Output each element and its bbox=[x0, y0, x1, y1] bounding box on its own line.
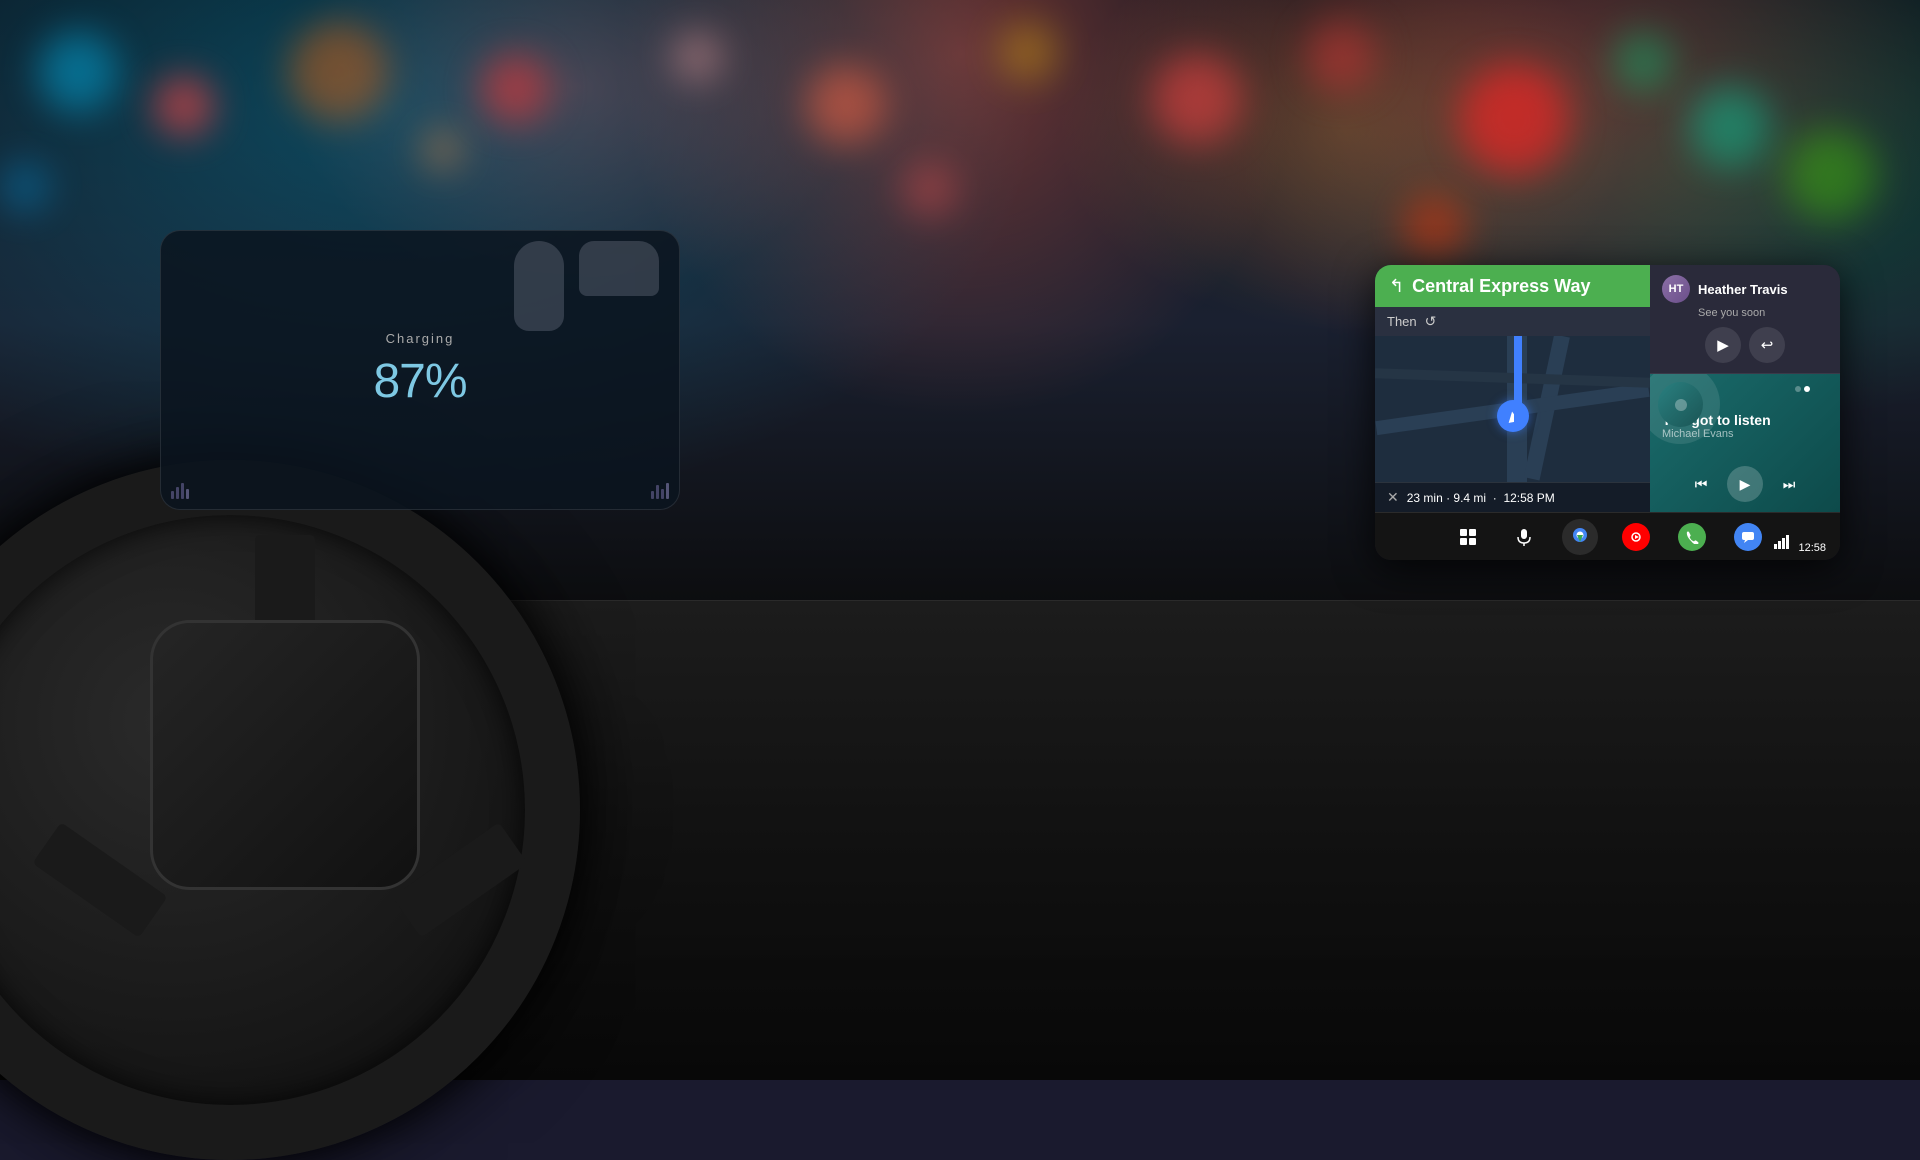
steering-hub bbox=[150, 620, 420, 890]
nav-eta-info: 23 min · 9.4 mi · 12:58 PM bbox=[1407, 491, 1638, 505]
panel-main: ↰ Central Express Way Then ↺ bbox=[1375, 265, 1840, 512]
spoke-bottom-left bbox=[32, 822, 167, 938]
nav-street-name: Central Express Way bbox=[1412, 276, 1636, 297]
message-text: See you soon bbox=[1698, 307, 1828, 319]
track-indicator bbox=[1795, 386, 1810, 392]
dock-microphone-button[interactable] bbox=[1506, 519, 1542, 555]
music-prev-button[interactable]: ⏮ bbox=[1685, 468, 1717, 500]
dock-grid-button[interactable] bbox=[1450, 519, 1486, 555]
music-card: You got to listen Michael Evans ⏮ ▶ ⏭ bbox=[1650, 374, 1840, 512]
music-play-button[interactable]: ▶ bbox=[1727, 466, 1763, 502]
nav-map[interactable]: ▲ bbox=[1375, 336, 1650, 482]
music-next-button[interactable]: ⏭ bbox=[1773, 468, 1805, 500]
nav-turn-icon: ↰ bbox=[1389, 276, 1404, 297]
message-sender: Heather Travis bbox=[1698, 282, 1788, 297]
play-message-button[interactable]: ▶ bbox=[1705, 327, 1741, 363]
car-side-view bbox=[579, 241, 659, 296]
nav-header: ↰ Central Express Way bbox=[1375, 265, 1650, 307]
message-card: HT Heather Travis See you soon ▶ ↩ bbox=[1650, 265, 1840, 374]
dock-phone-button[interactable] bbox=[1674, 519, 1710, 555]
message-header: HT Heather Travis bbox=[1662, 275, 1828, 303]
navigation-section[interactable]: ↰ Central Express Way Then ↺ bbox=[1375, 265, 1650, 512]
nav-bottom-bar: ✕ 23 min · 9.4 mi · 12:58 PM bbox=[1375, 482, 1650, 512]
instrument-cluster: Charging 87% bbox=[160, 230, 680, 510]
dock-ytmusic-button[interactable] bbox=[1618, 519, 1654, 555]
album-art bbox=[1658, 382, 1703, 427]
cluster-battery-percent: 87% bbox=[373, 354, 466, 409]
track-artist: Michael Evans bbox=[1662, 428, 1828, 440]
cluster-charging-label: Charging bbox=[373, 331, 466, 346]
dock-time: 12:58 bbox=[1798, 542, 1826, 554]
message-actions: ▶ ↩ bbox=[1662, 327, 1828, 363]
dock-maps-button[interactable] bbox=[1562, 519, 1598, 555]
nav-then-arrow-icon: ↺ bbox=[1425, 313, 1437, 330]
nav-then-bar: Then ↺ bbox=[1375, 307, 1650, 336]
right-section: HT Heather Travis See you soon ▶ ↩ bbox=[1650, 265, 1840, 512]
car-top-view bbox=[514, 241, 564, 331]
nav-then-label: Then bbox=[1387, 314, 1417, 329]
reply-message-button[interactable]: ↩ bbox=[1749, 327, 1785, 363]
android-auto-panel: ↰ Central Express Way Then ↺ bbox=[1375, 265, 1840, 560]
app-dock: 12:58 bbox=[1375, 512, 1840, 560]
music-controls: ⏮ ▶ ⏭ bbox=[1662, 466, 1828, 502]
dock-messages-button[interactable] bbox=[1730, 519, 1766, 555]
steering-wheel bbox=[0, 460, 580, 1160]
contact-avatar: HT bbox=[1662, 275, 1690, 303]
signal-strength-icon bbox=[1774, 535, 1790, 552]
nav-close-icon[interactable]: ✕ bbox=[1387, 489, 1399, 506]
car-position-marker: ▲ bbox=[1497, 400, 1529, 432]
